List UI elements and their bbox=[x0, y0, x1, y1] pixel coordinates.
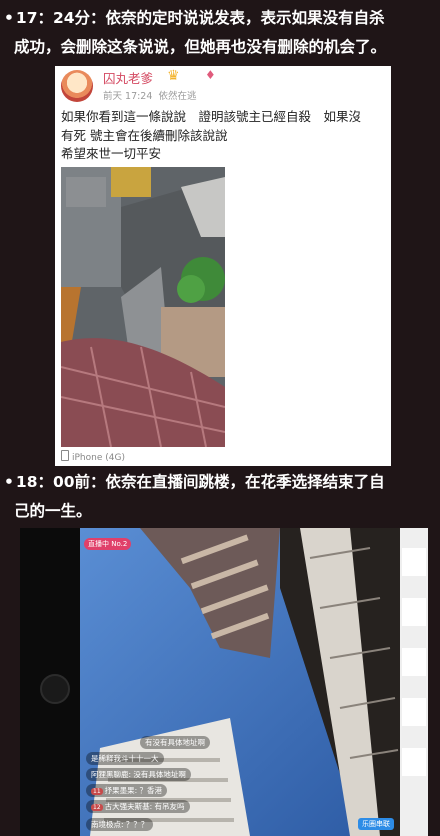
chat-text: 古大强夫斯基: 有吊友吗 bbox=[104, 802, 185, 811]
home-button-icon[interactable] bbox=[40, 674, 70, 704]
livestream-screenshot: 直播中 No.2 有没有具体地址啊 是稀释我斗十十一大 阿狸黑聊鹿: 没有具体地… bbox=[20, 528, 428, 836]
tablet-bezel bbox=[20, 528, 80, 836]
chat-message: 11 抒果墨果: ？香港 bbox=[86, 784, 168, 797]
side-item[interactable] bbox=[402, 748, 426, 776]
caption-1724-cont: 成功，会删除这条说说，但她再也没有删除的机会了。 bbox=[14, 38, 387, 56]
post-line: 有死 號主會在後續刪除該說說 bbox=[61, 127, 228, 143]
gem-badge-icon: ♦ bbox=[205, 68, 216, 82]
caption-1800-cont: 己的一生。 bbox=[14, 502, 92, 520]
crown-badge-icon: ♛ bbox=[167, 68, 180, 84]
post-time: 前天 17:24 bbox=[103, 91, 153, 102]
avatar[interactable] bbox=[61, 70, 93, 102]
comment-button[interactable]: 乐圈串联 bbox=[358, 818, 394, 830]
chat-message: 12 古大强夫斯基: 有吊友吗 bbox=[86, 800, 190, 813]
username[interactable]: 囚丸老爹 bbox=[103, 68, 153, 87]
live-badge: 直播中 No.2 bbox=[84, 538, 132, 550]
livestream-video[interactable]: 直播中 No.2 有没有具体地址啊 是稀释我斗十十一大 阿狸黑聊鹿: 没有具体地… bbox=[80, 528, 400, 836]
chat-text: 抒果墨果: ？香港 bbox=[104, 786, 163, 795]
post-meta: 前天 17:24 依然在逃 bbox=[103, 88, 196, 102]
chat-text: 是稀释我斗十十一大 bbox=[91, 754, 159, 763]
chat-text: 阿狸黑聊鹿: 没有具体地址啊 bbox=[91, 770, 186, 779]
chat-text: 南境极点: ？？？ bbox=[91, 820, 149, 829]
caption-1800: • 18：00前：依奈在直播间跳楼，在花季选择结束了自 bbox=[0, 468, 440, 497]
side-item[interactable] bbox=[402, 598, 426, 626]
bullet: • bbox=[4, 9, 14, 27]
post-status: 依然在逃 bbox=[158, 91, 197, 102]
chat-message: 是稀释我斗十十一大 bbox=[86, 752, 164, 765]
level-badge: 11 bbox=[91, 788, 103, 795]
bullet: • bbox=[4, 473, 14, 491]
side-item[interactable] bbox=[402, 548, 426, 576]
post-device: iPhone (4G) bbox=[61, 450, 125, 463]
post-body: 如果你看到這一條說說 證明該號主已經自殺 如果沒 有死 號主會在後續刪除該說說 … bbox=[61, 108, 389, 164]
caption-1724-text: 17：24分：依奈的定时说说发表，表示如果没有自杀 bbox=[15, 9, 385, 27]
chat-text: 有没有具体地址啊 bbox=[145, 738, 205, 747]
chat-message: 阿狸黑聊鹿: 没有具体地址啊 bbox=[86, 768, 191, 781]
level-badge: 12 bbox=[91, 804, 103, 811]
device-label: iPhone (4G) bbox=[72, 453, 125, 463]
post-photo[interactable] bbox=[61, 167, 225, 447]
caption-1800-text: 18：00前：依奈在直播间跳楼，在花季选择结束了自 bbox=[15, 473, 385, 491]
side-panel bbox=[400, 528, 428, 836]
post-line: 希望來世一切平安 bbox=[61, 146, 162, 161]
caption-1724: • 17：24分：依奈的定时说说发表，表示如果没有自杀 bbox=[0, 4, 440, 33]
chat-message: 南境极点: ？？？ bbox=[86, 818, 154, 831]
rooftop-view-image bbox=[61, 167, 225, 447]
chat-message: 有没有具体地址啊 bbox=[140, 736, 210, 749]
phone-icon bbox=[61, 450, 69, 461]
post-screenshot: 囚丸老爹 ♛ ♦ 前天 17:24 依然在逃 如果你看到這一條說說 證明該號主已… bbox=[55, 66, 391, 466]
side-item[interactable] bbox=[402, 648, 426, 676]
side-item[interactable] bbox=[402, 698, 426, 726]
post-line: 如果你看到這一條說說 證明該號主已經自殺 如果沒 bbox=[61, 109, 362, 124]
